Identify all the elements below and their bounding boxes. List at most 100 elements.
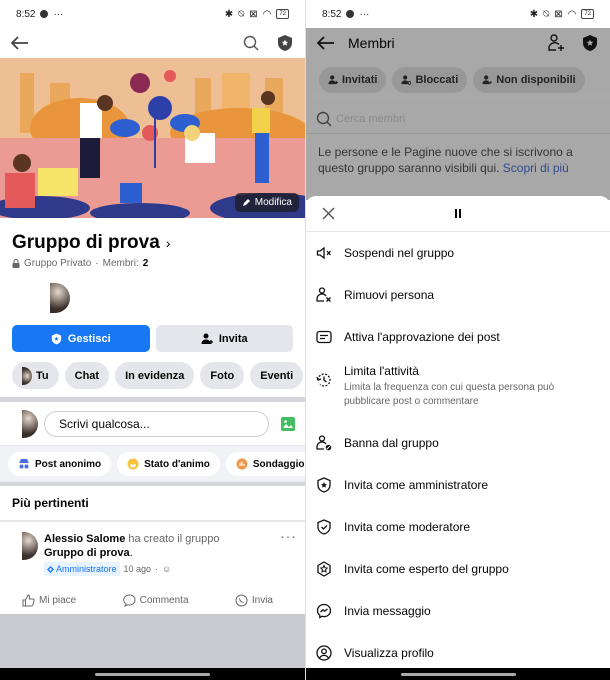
menu-item-invite-expert[interactable]: Invita come esperto del gruppo [306, 548, 610, 590]
anonymous-post-button[interactable]: Post anonimo [8, 452, 112, 476]
menu-item-invite-admin[interactable]: Invita come amministratore [306, 464, 610, 506]
edit-cover-button[interactable]: Modifica [234, 193, 299, 212]
status-bar: 8:52 ··· ✱ ⍉ ⊠ ◠ 72 [306, 0, 610, 28]
back-button[interactable] [314, 31, 338, 55]
battery-icon: 72 [276, 9, 289, 19]
composer-input[interactable]: Scrivi qualcosa... [44, 411, 269, 437]
filter-invited[interactable]: Invitati [319, 67, 387, 93]
mute-status-icon: ⍉ [543, 8, 550, 20]
back-button[interactable] [8, 31, 32, 55]
messenger-notification-icon [346, 10, 355, 18]
manage-button[interactable]: Gestisci [12, 325, 150, 352]
cover-photo[interactable]: Modifica [0, 58, 305, 218]
admin-badge: Amministratore [44, 562, 120, 576]
arrow-left-icon [317, 36, 334, 50]
search-icon [243, 35, 259, 51]
more-notifications: ··· [359, 8, 370, 20]
battery-icon: 72 [581, 9, 594, 19]
lock-icon [12, 259, 20, 268]
feed-sort-heading[interactable]: Più pertinenti [0, 486, 305, 522]
learn-more-link[interactable]: Scopri di più [503, 161, 569, 175]
shield-star-icon [278, 35, 292, 51]
admin-shield-icon [317, 477, 331, 493]
post-author[interactable]: Alessio Salome [44, 533, 125, 545]
members-label[interactable]: Membri: [103, 258, 139, 269]
comment-icon [122, 594, 136, 607]
member-filters: Invitati Bloccati Non disponibili [306, 58, 610, 93]
gesture-bar [0, 668, 305, 680]
messenger-icon [316, 603, 332, 619]
drag-handle[interactable] [455, 209, 461, 218]
like-button[interactable]: Mi piace [22, 594, 76, 607]
menu-item-suspend[interactable]: Sospendi nel gruppo [306, 232, 610, 274]
member-avatar[interactable] [50, 283, 70, 313]
author-avatar[interactable] [22, 532, 38, 560]
edit-cover-label: Modifica [254, 197, 292, 208]
invite-label: Invita [218, 332, 248, 345]
member-search[interactable]: Cerca membri [306, 99, 610, 134]
add-person-icon [201, 333, 213, 344]
photo-icon[interactable] [281, 417, 295, 431]
post-more-button[interactable]: ··· [280, 528, 297, 544]
page-title: Membri [348, 35, 395, 51]
menu-item-post-approval[interactable]: Attiva l'approvazione dei post [306, 316, 610, 358]
bluetooth-icon: ✱ [224, 8, 234, 20]
admin-tools-button[interactable] [273, 31, 297, 55]
group-meta: Gruppo Privato · Membri: 2 [0, 254, 305, 269]
tab-events[interactable]: Eventi [250, 362, 304, 389]
menu-item-invite-moderator[interactable]: Invita come moderatore [306, 506, 610, 548]
mute-icon [316, 246, 331, 260]
search-placeholder: Cerca membri [336, 113, 406, 125]
member-actions-sheet: Sospendi nel gruppo Rimuovi persona Atti… [306, 196, 610, 668]
group-title[interactable]: Gruppo di prova › [0, 218, 305, 254]
admin-tools-button[interactable] [578, 31, 602, 55]
menu-item-ban[interactable]: Banna dal gruppo [306, 422, 610, 464]
bluetooth-icon: ✱ [529, 8, 539, 20]
post-actions: Mi piace Commenta Invia [0, 576, 305, 617]
menu-item-remove[interactable]: Rimuovi persona [306, 274, 610, 316]
comment-button[interactable]: Commenta [122, 594, 189, 607]
close-button[interactable] [316, 202, 340, 226]
menu-item-send-message[interactable]: Invia messaggio [306, 590, 610, 632]
wifi-icon: ◠ [262, 8, 272, 20]
menu-item-limit-activity[interactable]: Limita l'attività Limita la frequenza co… [306, 358, 610, 422]
filter-blocked[interactable]: Bloccati [392, 67, 468, 93]
poll-icon [236, 458, 248, 470]
poll-button[interactable]: Sondaggio [225, 452, 305, 476]
pencil-icon [242, 199, 250, 206]
sim-icon: ⊠ [554, 8, 563, 20]
group-page-screen: 8:52 ··· ✱ ⍉ ⊠ ◠ 72 Modifica Gruppo di p… [0, 0, 305, 680]
composer: Scrivi qualcosa... [0, 402, 305, 438]
remove-person-icon [316, 287, 331, 302]
expert-badge-icon [317, 561, 331, 577]
post-time: 10 ago [123, 564, 152, 574]
tab-photos[interactable]: Foto [200, 362, 245, 389]
home-indicator[interactable] [95, 672, 210, 676]
clock: 8:52 [322, 8, 342, 20]
group-actions: Gestisci Invita [0, 313, 305, 352]
filter-unavailable[interactable]: Non disponibili [473, 67, 585, 93]
search-button[interactable] [239, 31, 263, 55]
invite-button[interactable]: Invita [155, 325, 293, 352]
close-icon [322, 207, 334, 220]
arrow-left-icon [11, 36, 28, 50]
add-member-button[interactable] [544, 31, 568, 55]
feeling-button[interactable]: Stato d'animo [117, 452, 220, 476]
top-bar [0, 28, 305, 58]
add-person-icon [548, 34, 564, 51]
shield-icon [51, 333, 62, 344]
tab-chat[interactable]: Chat [64, 362, 110, 389]
profile-icon [316, 645, 332, 661]
feed-post: Alessio Salome ha creato il gruppo Grupp… [0, 522, 305, 576]
share-whatsapp-button[interactable]: Invia [235, 594, 273, 607]
members-screen: 8:52 ··· ✱ ⍉ ⊠ ◠ 72 Membri Invitati Bloc… [305, 0, 610, 680]
post-group-link[interactable]: Gruppo di prova [44, 547, 130, 559]
thumbs-up-icon [22, 594, 35, 607]
tab-featured[interactable]: In evidenza [115, 362, 195, 389]
menu-item-view-profile[interactable]: Visualizza profilo [306, 632, 610, 674]
sim-icon: ⊠ [249, 8, 258, 20]
members-audience-icon: ☺ [162, 564, 172, 574]
whatsapp-icon [235, 594, 248, 607]
tab-you[interactable]: Tu [12, 362, 59, 389]
members-header: Membri [306, 28, 610, 58]
